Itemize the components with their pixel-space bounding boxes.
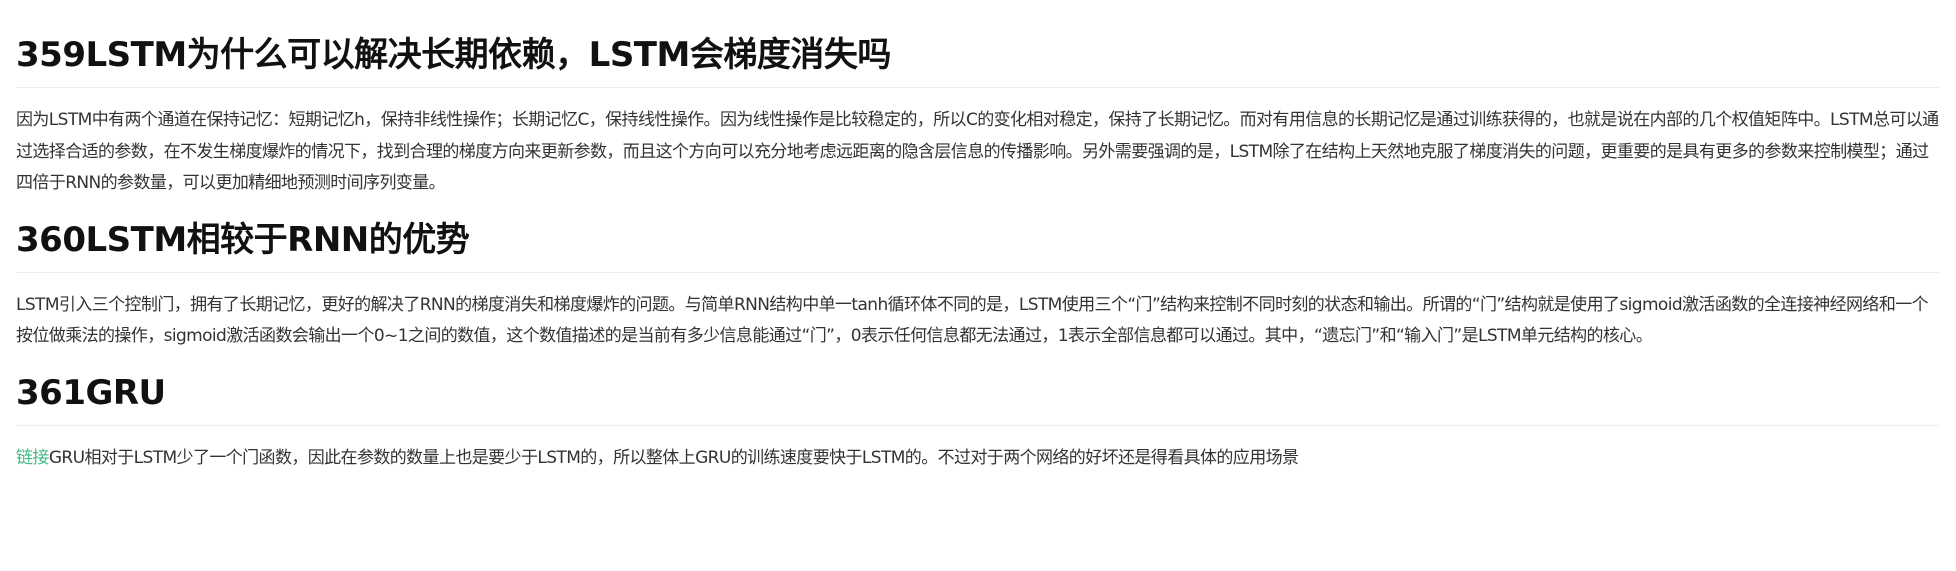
section-heading: 359LSTM为什么可以解决长期依赖，LSTM会梯度消失吗 — [16, 0, 1940, 88]
document: 359LSTM为什么可以解决长期依赖，LSTM会梯度消失吗 因为LSTM中有两个… — [0, 0, 1956, 474]
section-paragraph-container: 链接GRU相对于LSTM少了一个门函数，因此在参数的数量上也是要少于LSTM的，… — [16, 426, 1940, 475]
reference-link[interactable]: 链接 — [16, 448, 49, 468]
section-360: 360LSTM相较于RNN的优势 LSTM引入三个控制门，拥有了长期记忆，更好的… — [16, 200, 1940, 353]
section-heading: 361GRU — [16, 353, 1940, 426]
section-paragraph: LSTM引入三个控制门，拥有了长期记忆，更好的解决了RNN的梯度消失和梯度爆炸的… — [16, 294, 1929, 347]
section-361: 361GRU 链接GRU相对于LSTM少了一个门函数，因此在参数的数量上也是要少… — [16, 353, 1940, 475]
section-heading: 360LSTM相较于RNN的优势 — [16, 200, 1940, 273]
section-359: 359LSTM为什么可以解决长期依赖，LSTM会梯度消失吗 因为LSTM中有两个… — [16, 0, 1940, 200]
section-paragraph: 因为LSTM中有两个通道在保持记忆：短期记忆h，保持非线性操作；长期记忆C，保持… — [16, 110, 1939, 193]
section-paragraph: GRU相对于LSTM少了一个门函数，因此在参数的数量上也是要少于LSTM的，所以… — [48, 447, 1299, 468]
